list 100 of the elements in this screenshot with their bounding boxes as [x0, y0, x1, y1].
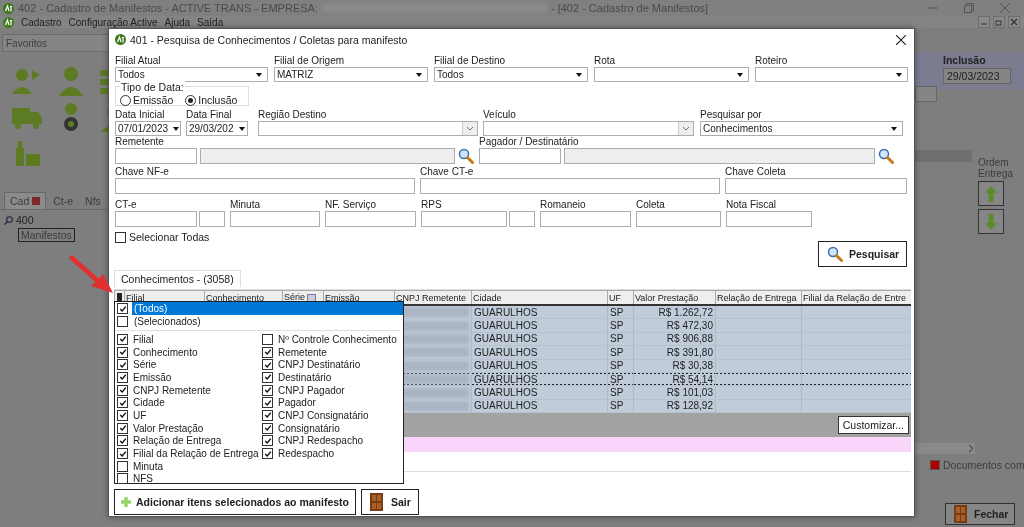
text-field[interactable] [636, 211, 721, 227]
scrollbar[interactable] [915, 443, 975, 454]
column-header[interactable]: CNPJ Remetente [394, 290, 472, 305]
list-item[interactable]: (Selecionados) [132, 315, 403, 328]
restore-icon[interactable] [993, 16, 1005, 28]
text-field[interactable] [199, 211, 225, 227]
text-field[interactable] [915, 86, 937, 102]
checkbox[interactable] [262, 371, 273, 383]
checkbox[interactable] [117, 422, 128, 434]
checkbox[interactable] [262, 346, 273, 358]
add-button[interactable]: Adicionar itens selecionados ao manifesto [114, 489, 356, 516]
column-header[interactable]: Relação de Entrega [715, 290, 802, 305]
text-field[interactable] [230, 211, 320, 227]
caret-icon[interactable] [238, 126, 245, 131]
caret-icon[interactable] [173, 126, 180, 131]
column-header[interactable]: Valor Prestação [633, 290, 716, 305]
checkbox-label[interactable]: UF [133, 409, 147, 421]
search-icon[interactable] [827, 246, 843, 262]
column-header[interactable]: Cidade [471, 290, 608, 305]
close-button[interactable]: Fechar [945, 503, 1015, 525]
column-header[interactable]: UF [607, 290, 634, 305]
checkbox[interactable] [117, 371, 128, 383]
checkbox-label[interactable]: NFS [133, 473, 153, 485]
checkbox[interactable] [117, 409, 128, 421]
customize-button[interactable]: Customizar... [837, 416, 909, 435]
menu-item[interactable]: Configuração Active [68, 16, 158, 28]
checkbox[interactable] [262, 435, 273, 447]
text-field[interactable] [420, 178, 720, 194]
checkbox-label[interactable]: Cidade [133, 397, 165, 409]
checkbox-label[interactable]: Consignatário [278, 422, 340, 434]
checkbox-label[interactable]: Valor Prestação [133, 422, 204, 434]
checkbox[interactable] [117, 359, 128, 371]
checkbox-label[interactable]: Conhecimento [133, 346, 198, 358]
checkbox-label[interactable]: Série [133, 359, 157, 371]
checkbox[interactable] [115, 231, 126, 243]
checkbox-label[interactable]: Relação de Entrega [133, 435, 222, 447]
search-button[interactable]: Pesquisar [818, 241, 907, 267]
checkbox[interactable] [117, 303, 128, 314]
checkbox-label[interactable]: Nº Controle Conhecimento [278, 333, 397, 345]
checkbox[interactable] [262, 359, 273, 371]
search-icon[interactable] [878, 148, 894, 164]
exit-button[interactable]: Sair [361, 489, 419, 516]
checkbox-label[interactable]: Pagador [278, 397, 316, 409]
date-field[interactable]: 07/01/2023 [115, 121, 181, 136]
text-field[interactable] [540, 211, 631, 227]
move-down-button[interactable] [978, 209, 1004, 234]
checkbox[interactable] [117, 316, 128, 327]
caret-icon[interactable] [416, 72, 422, 77]
chevron-down-icon[interactable] [462, 122, 477, 135]
checkbox-label[interactable]: Redespacho [278, 448, 335, 460]
dropdown[interactable]: Todos [115, 67, 268, 82]
code-field[interactable] [115, 148, 197, 164]
text-field[interactable] [509, 211, 535, 227]
chevron-down-icon[interactable] [678, 122, 693, 135]
dropdown[interactable]: Todos [434, 67, 588, 82]
date-field[interactable]: 29/03/2023 [943, 68, 1011, 84]
checkbox-label[interactable]: CNPJ Consignatário [278, 409, 369, 421]
checkbox[interactable] [262, 409, 273, 421]
menu-item[interactable]: Saída [197, 16, 224, 28]
tab[interactable]: Conhecimentos - (3058) [114, 270, 241, 287]
caret-icon[interactable] [256, 72, 262, 77]
caret-icon[interactable] [891, 126, 897, 131]
list-item[interactable]: (Todos) [132, 302, 403, 315]
checkbox-label[interactable]: CNPJ Pagador [278, 384, 345, 396]
caret-icon[interactable] [576, 72, 582, 77]
checkbox[interactable] [117, 473, 128, 485]
code-field[interactable] [479, 148, 561, 164]
text-field[interactable] [115, 178, 415, 194]
text-field[interactable] [725, 178, 907, 194]
checkbox[interactable] [262, 384, 273, 396]
checkbox[interactable] [117, 448, 128, 460]
checkbox[interactable] [117, 435, 128, 447]
checkbox[interactable] [117, 384, 128, 396]
checkbox-label[interactable]: CNPJ Remetente [133, 384, 211, 396]
move-up-button[interactable] [978, 181, 1004, 206]
caret-icon[interactable] [737, 72, 743, 77]
checkbox[interactable] [262, 397, 273, 409]
checkbox[interactable] [117, 397, 128, 409]
text-field[interactable] [726, 211, 812, 227]
checkbox[interactable] [117, 460, 128, 472]
checkbox-label[interactable]: Destinatário [278, 371, 332, 383]
checkbox-label[interactable]: Remetente [278, 346, 327, 358]
checkbox-label[interactable]: Selecionar Todas [129, 231, 210, 243]
checkbox-label[interactable]: CNPJ Redespacho [278, 435, 364, 447]
radio-label[interactable]: Emissão [133, 94, 174, 106]
menu-item[interactable]: Ajuda [164, 16, 191, 28]
checkbox-label[interactable]: Emissão [133, 371, 172, 383]
checkbox[interactable] [262, 448, 273, 460]
date-field[interactable]: 29/03/202 [186, 121, 248, 136]
caret-icon[interactable] [896, 72, 902, 77]
column-header[interactable]: Filial da Relação de Entre [801, 290, 911, 305]
checkbox-label[interactable]: Minuta [133, 460, 163, 472]
checkbox[interactable] [117, 333, 128, 345]
chevron-right-icon[interactable] [967, 443, 975, 454]
dropdown[interactable]: Conhecimentos [700, 121, 903, 136]
checkbox[interactable] [117, 346, 128, 358]
checkbox-label[interactable]: CNPJ Destinatário [278, 359, 361, 371]
text-field[interactable] [115, 211, 197, 227]
dropdown[interactable]: MATRIZ [274, 67, 428, 82]
text-field[interactable] [325, 211, 416, 227]
